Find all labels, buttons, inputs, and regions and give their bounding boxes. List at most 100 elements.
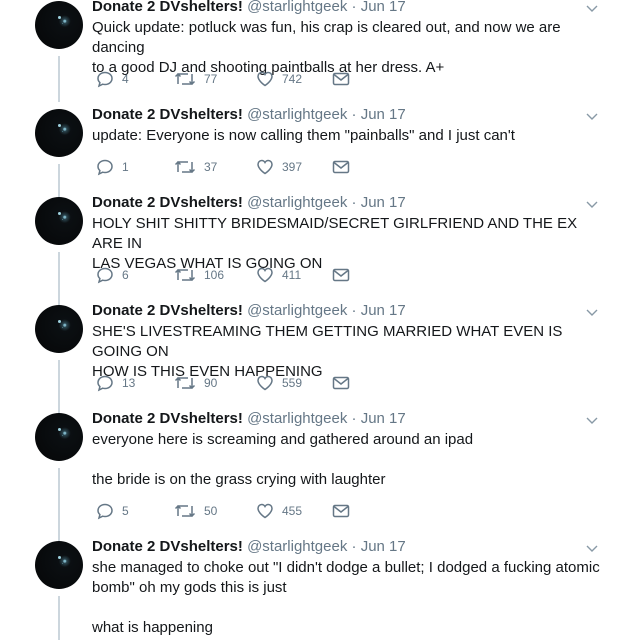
envelope-icon bbox=[332, 268, 350, 282]
like-count: 455 bbox=[282, 504, 303, 518]
like-count: 411 bbox=[282, 268, 302, 282]
retweet-count: 106 bbox=[204, 268, 225, 282]
tweet-date[interactable]: Jun 17 bbox=[361, 538, 406, 555]
retweet-button[interactable]: 50 bbox=[174, 501, 217, 521]
tweet[interactable]: Donate 2 DVshelters! @starlightgeek · Ju… bbox=[0, 538, 634, 640]
avatar[interactable] bbox=[35, 109, 83, 157]
tweet-header: Donate 2 DVshelters! @starlightgeek · Ju… bbox=[92, 106, 406, 124]
like-count: 397 bbox=[282, 160, 303, 174]
reply-count: 6 bbox=[122, 268, 129, 282]
author-handle[interactable]: @starlightgeek bbox=[247, 0, 347, 15]
retweet-button[interactable]: 106 bbox=[174, 265, 224, 285]
tweet-text: she managed to choke out "I didn't dodge… bbox=[92, 559, 600, 636]
like-button[interactable]: 559 bbox=[256, 373, 302, 393]
tweet[interactable]: Donate 2 DVshelters! @starlightgeek · Ju… bbox=[0, 194, 634, 306]
tweet-date[interactable]: Jun 17 bbox=[361, 410, 406, 427]
reply-icon bbox=[97, 503, 113, 520]
retweet-icon bbox=[174, 160, 196, 174]
chevron-down-icon[interactable] bbox=[586, 306, 598, 318]
reply-button[interactable]: 4 bbox=[96, 69, 129, 89]
heart-icon bbox=[257, 503, 273, 519]
reply-button[interactable]: 1 bbox=[96, 157, 129, 177]
avatar[interactable] bbox=[35, 1, 83, 49]
separator-dot: · bbox=[347, 194, 361, 211]
avatar[interactable] bbox=[35, 305, 83, 353]
author-handle[interactable]: @starlightgeek bbox=[247, 106, 347, 123]
retweet-icon bbox=[174, 72, 196, 86]
thread-line bbox=[58, 360, 60, 414]
heart-icon bbox=[257, 375, 273, 391]
thread-line bbox=[58, 164, 60, 198]
like-button[interactable]: 455 bbox=[256, 501, 302, 521]
heart-icon bbox=[257, 71, 273, 87]
tweet[interactable]: Donate 2 DVshelters! @starlightgeek · Ju… bbox=[0, 410, 634, 542]
retweet-icon bbox=[174, 504, 196, 518]
author-name[interactable]: Donate 2 DVshelters! bbox=[92, 106, 243, 123]
direct-message-button[interactable] bbox=[332, 157, 350, 177]
direct-message-button[interactable] bbox=[332, 373, 350, 393]
author-name[interactable]: Donate 2 DVshelters! bbox=[92, 410, 243, 427]
reply-button[interactable]: 13 bbox=[96, 373, 135, 393]
author-name[interactable]: Donate 2 DVshelters! bbox=[92, 0, 243, 15]
tweet-date[interactable]: Jun 17 bbox=[361, 0, 406, 15]
thread-line bbox=[58, 252, 60, 306]
direct-message-button[interactable] bbox=[332, 501, 350, 521]
retweet-count: 50 bbox=[204, 504, 218, 518]
chevron-down-icon[interactable] bbox=[586, 542, 598, 554]
tweet-date[interactable]: Jun 17 bbox=[361, 194, 406, 211]
tweet[interactable]: Donate 2 DVshelters! @starlightgeek · Ju… bbox=[0, 0, 634, 108]
avatar[interactable] bbox=[35, 197, 83, 245]
reply-count: 13 bbox=[122, 376, 136, 390]
author-handle[interactable]: @starlightgeek bbox=[247, 538, 347, 555]
like-count: 559 bbox=[282, 376, 303, 390]
tweet-header: Donate 2 DVshelters! @starlightgeek · Ju… bbox=[92, 410, 406, 428]
author-name[interactable]: Donate 2 DVshelters! bbox=[92, 302, 243, 319]
like-button[interactable]: 411 bbox=[256, 265, 301, 285]
like-button[interactable]: 742 bbox=[256, 69, 302, 89]
tweet-date[interactable]: Jun 17 bbox=[361, 302, 406, 319]
chevron-down-icon[interactable] bbox=[586, 198, 598, 210]
tweet-header: Donate 2 DVshelters! @starlightgeek · Ju… bbox=[92, 538, 406, 556]
direct-message-button[interactable] bbox=[332, 69, 350, 89]
chevron-down-icon[interactable] bbox=[586, 414, 598, 426]
thread-line bbox=[58, 596, 60, 640]
retweet-count: 90 bbox=[204, 376, 218, 390]
envelope-icon bbox=[332, 160, 350, 174]
reply-icon bbox=[97, 375, 113, 392]
chevron-down-icon[interactable] bbox=[586, 110, 598, 122]
author-handle[interactable]: @starlightgeek bbox=[247, 194, 347, 211]
retweet-count: 37 bbox=[204, 160, 218, 174]
tweet[interactable]: Donate 2 DVshelters! @starlightgeek · Ju… bbox=[0, 302, 634, 414]
retweet-button[interactable]: 37 bbox=[174, 157, 217, 177]
chevron-down-icon[interactable] bbox=[586, 2, 598, 14]
reply-button[interactable]: 6 bbox=[96, 265, 129, 285]
envelope-icon bbox=[332, 376, 350, 390]
reply-count: 5 bbox=[122, 504, 129, 518]
retweet-button[interactable]: 90 bbox=[174, 373, 217, 393]
tweet-header: Donate 2 DVshelters! @starlightgeek · Ju… bbox=[92, 194, 406, 212]
tweet-header: Donate 2 DVshelters! @starlightgeek · Ju… bbox=[92, 0, 406, 16]
author-handle[interactable]: @starlightgeek bbox=[247, 410, 347, 427]
separator-dot: · bbox=[347, 106, 361, 123]
reply-icon bbox=[97, 267, 113, 284]
reply-button[interactable]: 5 bbox=[96, 501, 129, 521]
author-handle[interactable]: @starlightgeek bbox=[247, 302, 347, 319]
author-name[interactable]: Donate 2 DVshelters! bbox=[92, 538, 243, 555]
thread-line bbox=[58, 468, 60, 542]
reply-icon bbox=[97, 71, 113, 88]
envelope-icon bbox=[332, 504, 350, 518]
tweet[interactable]: Donate 2 DVshelters! @starlightgeek · Ju… bbox=[0, 106, 634, 198]
retweet-button[interactable]: 77 bbox=[174, 69, 217, 89]
author-name[interactable]: Donate 2 DVshelters! bbox=[92, 194, 243, 211]
like-button[interactable]: 397 bbox=[256, 157, 302, 177]
separator-dot: · bbox=[347, 538, 361, 555]
retweet-icon bbox=[174, 268, 196, 282]
tweet-date[interactable]: Jun 17 bbox=[361, 106, 406, 123]
reply-count: 4 bbox=[122, 72, 129, 86]
tweet-text: update: Everyone is now calling them "pa… bbox=[92, 127, 515, 144]
separator-dot: · bbox=[347, 302, 361, 319]
avatar[interactable] bbox=[35, 413, 83, 461]
avatar[interactable] bbox=[35, 541, 83, 589]
reply-icon bbox=[97, 159, 113, 176]
direct-message-button[interactable] bbox=[332, 265, 350, 285]
